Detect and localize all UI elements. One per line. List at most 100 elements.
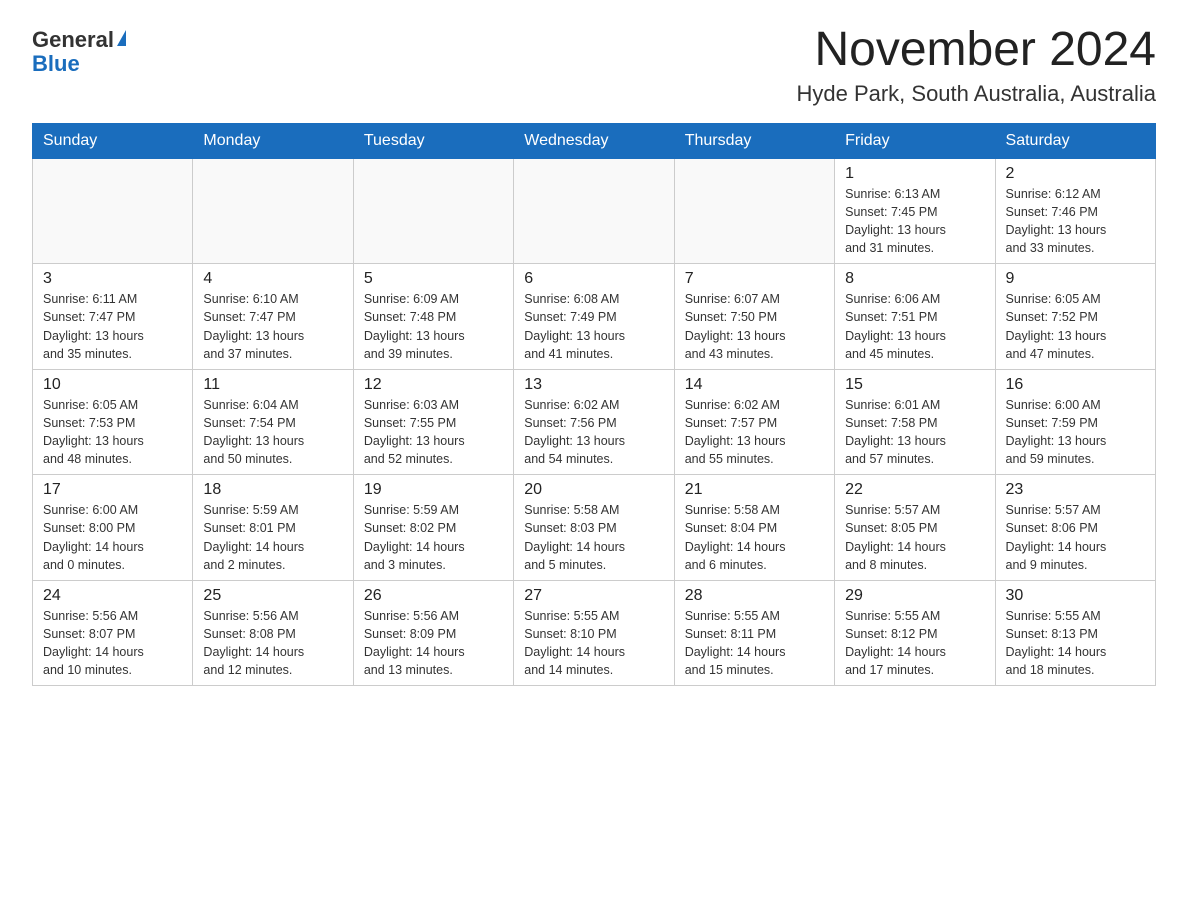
header-monday: Monday: [193, 123, 353, 158]
day-info: Sunrise: 6:06 AM Sunset: 7:51 PM Dayligh…: [845, 290, 984, 363]
day-number: 30: [1006, 587, 1145, 605]
day-number: 11: [203, 376, 342, 394]
table-cell: 4 Sunrise: 6:10 AM Sunset: 7:47 PM Daylig…: [193, 264, 353, 370]
day-info: Sunrise: 5:58 AM Sunset: 8:03 PM Dayligh…: [524, 501, 663, 574]
day-number: 25: [203, 587, 342, 605]
table-cell: 6 Sunrise: 6:08 AM Sunset: 7:49 PM Daylig…: [514, 264, 674, 370]
header-sunday: Sunday: [33, 123, 193, 158]
day-number: 2: [1006, 165, 1145, 183]
week-row-1: 1Sunrise: 6:13 AM Sunset: 7:45 PM Daylig…: [33, 158, 1156, 264]
day-info: Sunrise: 5:55 AM Sunset: 8:12 PM Dayligh…: [845, 607, 984, 680]
table-cell: 22 Sunrise: 5:57 AM Sunset: 8:05 PM Dayli…: [835, 475, 995, 581]
day-info: Sunrise: 5:56 AM Sunset: 8:07 PM Dayligh…: [43, 607, 182, 680]
day-number: 16: [1006, 376, 1145, 394]
week-row-3: 10 Sunrise: 6:05 AM Sunset: 7:53 PM Dayli…: [33, 369, 1156, 475]
table-cell: 18 Sunrise: 5:59 AM Sunset: 8:01 PM Dayli…: [193, 475, 353, 581]
day-number: 24: [43, 587, 182, 605]
day-info: Sunrise: 6:09 AM Sunset: 7:48 PM Dayligh…: [364, 290, 503, 363]
day-info: Sunrise: 6:02 AM Sunset: 7:56 PM Dayligh…: [524, 396, 663, 469]
calendar-table: Sunday Monday Tuesday Wednesday Thursday…: [32, 123, 1156, 687]
day-number: 9: [1006, 270, 1145, 288]
day-info: Sunrise: 5:55 AM Sunset: 8:13 PM Dayligh…: [1006, 607, 1145, 680]
table-cell: 7 Sunrise: 6:07 AM Sunset: 7:50 PM Daylig…: [674, 264, 834, 370]
table-cell: [193, 158, 353, 264]
day-number: 29: [845, 587, 984, 605]
table-cell: 12Sunrise: 6:03 AM Sunset: 7:55 PM Dayli…: [353, 369, 513, 475]
week-row-2: 3 Sunrise: 6:11 AM Sunset: 7:47 PM Daylig…: [33, 264, 1156, 370]
day-info: Sunrise: 6:10 AM Sunset: 7:47 PM Dayligh…: [203, 290, 342, 363]
day-info: Sunrise: 6:02 AM Sunset: 7:57 PM Dayligh…: [685, 396, 824, 469]
day-number: 14: [685, 376, 824, 394]
day-info: Sunrise: 6:08 AM Sunset: 7:49 PM Dayligh…: [524, 290, 663, 363]
logo-triangle-icon: [117, 30, 126, 46]
day-info: Sunrise: 5:56 AM Sunset: 8:08 PM Dayligh…: [203, 607, 342, 680]
table-cell: 30 Sunrise: 5:55 AM Sunset: 8:13 PM Dayli…: [995, 580, 1155, 686]
day-info: Sunrise: 6:00 AM Sunset: 7:59 PM Dayligh…: [1006, 396, 1145, 469]
table-cell: 25 Sunrise: 5:56 AM Sunset: 8:08 PM Dayli…: [193, 580, 353, 686]
day-number: 27: [524, 587, 663, 605]
day-info: Sunrise: 5:55 AM Sunset: 8:11 PM Dayligh…: [685, 607, 824, 680]
logo: General Blue: [32, 24, 126, 76]
day-number: 7: [685, 270, 824, 288]
table-cell: 3 Sunrise: 6:11 AM Sunset: 7:47 PM Daylig…: [33, 264, 193, 370]
day-info: Sunrise: 6:05 AM Sunset: 7:53 PM Dayligh…: [43, 396, 182, 469]
table-cell: 10 Sunrise: 6:05 AM Sunset: 7:53 PM Dayli…: [33, 369, 193, 475]
header-tuesday: Tuesday: [353, 123, 513, 158]
header-friday: Friday: [835, 123, 995, 158]
table-cell: [33, 158, 193, 264]
table-cell: 26 Sunrise: 5:56 AM Sunset: 8:09 PM Dayli…: [353, 580, 513, 686]
day-info: Sunrise: 6:03 AM Sunset: 7:55 PM Dayligh…: [364, 396, 503, 469]
table-cell: 17Sunrise: 6:00 AM Sunset: 8:00 PM Dayli…: [33, 475, 193, 581]
table-cell: 5Sunrise: 6:09 AM Sunset: 7:48 PM Daylig…: [353, 264, 513, 370]
day-number: 6: [524, 270, 663, 288]
day-info: Sunrise: 6:00 AM Sunset: 8:00 PM Dayligh…: [43, 501, 182, 574]
location-title: Hyde Park, South Australia, Australia: [796, 81, 1156, 107]
day-info: Sunrise: 5:57 AM Sunset: 8:06 PM Dayligh…: [1006, 501, 1145, 574]
day-info: Sunrise: 5:59 AM Sunset: 8:02 PM Dayligh…: [364, 501, 503, 574]
day-info: Sunrise: 5:56 AM Sunset: 8:09 PM Dayligh…: [364, 607, 503, 680]
week-row-4: 17Sunrise: 6:00 AM Sunset: 8:00 PM Dayli…: [33, 475, 1156, 581]
day-number: 10: [43, 376, 182, 394]
day-number: 15: [845, 376, 984, 394]
page-header: General Blue November 2024 Hyde Park, So…: [32, 24, 1156, 107]
table-cell: 27Sunrise: 5:55 AM Sunset: 8:10 PM Dayli…: [514, 580, 674, 686]
day-info: Sunrise: 5:57 AM Sunset: 8:05 PM Dayligh…: [845, 501, 984, 574]
weekday-header-row: Sunday Monday Tuesday Wednesday Thursday…: [33, 123, 1156, 158]
day-number: 28: [685, 587, 824, 605]
logo-blue-text: Blue: [32, 52, 80, 76]
day-number: 8: [845, 270, 984, 288]
day-number: 4: [203, 270, 342, 288]
day-info: Sunrise: 6:11 AM Sunset: 7:47 PM Dayligh…: [43, 290, 182, 363]
day-number: 3: [43, 270, 182, 288]
table-cell: 15 Sunrise: 6:01 AM Sunset: 7:58 PM Dayli…: [835, 369, 995, 475]
day-number: 26: [364, 587, 503, 605]
table-cell: [514, 158, 674, 264]
table-cell: 16 Sunrise: 6:00 AM Sunset: 7:59 PM Dayli…: [995, 369, 1155, 475]
table-cell: 20 Sunrise: 5:58 AM Sunset: 8:03 PM Dayli…: [514, 475, 674, 581]
table-cell: 11Sunrise: 6:04 AM Sunset: 7:54 PM Dayli…: [193, 369, 353, 475]
table-cell: 8 Sunrise: 6:06 AM Sunset: 7:51 PM Daylig…: [835, 264, 995, 370]
day-info: Sunrise: 5:59 AM Sunset: 8:01 PM Dayligh…: [203, 501, 342, 574]
day-number: 13: [524, 376, 663, 394]
header-saturday: Saturday: [995, 123, 1155, 158]
day-info: Sunrise: 6:12 AM Sunset: 7:46 PM Dayligh…: [1006, 185, 1145, 258]
day-number: 20: [524, 481, 663, 499]
day-number: 19: [364, 481, 503, 499]
table-cell: 21Sunrise: 5:58 AM Sunset: 8:04 PM Dayli…: [674, 475, 834, 581]
table-cell: 23 Sunrise: 5:57 AM Sunset: 8:06 PM Dayli…: [995, 475, 1155, 581]
header-wednesday: Wednesday: [514, 123, 674, 158]
day-number: 23: [1006, 481, 1145, 499]
day-number: 18: [203, 481, 342, 499]
day-number: 22: [845, 481, 984, 499]
week-row-5: 24 Sunrise: 5:56 AM Sunset: 8:07 PM Dayli…: [33, 580, 1156, 686]
day-info: Sunrise: 6:07 AM Sunset: 7:50 PM Dayligh…: [685, 290, 824, 363]
table-cell: [353, 158, 513, 264]
table-cell: 2 Sunrise: 6:12 AM Sunset: 7:46 PM Daylig…: [995, 158, 1155, 264]
day-number: 21: [685, 481, 824, 499]
day-info: Sunrise: 6:05 AM Sunset: 7:52 PM Dayligh…: [1006, 290, 1145, 363]
month-title: November 2024: [796, 24, 1156, 77]
day-info: Sunrise: 6:01 AM Sunset: 7:58 PM Dayligh…: [845, 396, 984, 469]
table-cell: 13 Sunrise: 6:02 AM Sunset: 7:56 PM Dayli…: [514, 369, 674, 475]
logo-general-text: General: [32, 28, 114, 52]
table-cell: 9 Sunrise: 6:05 AM Sunset: 7:52 PM Daylig…: [995, 264, 1155, 370]
